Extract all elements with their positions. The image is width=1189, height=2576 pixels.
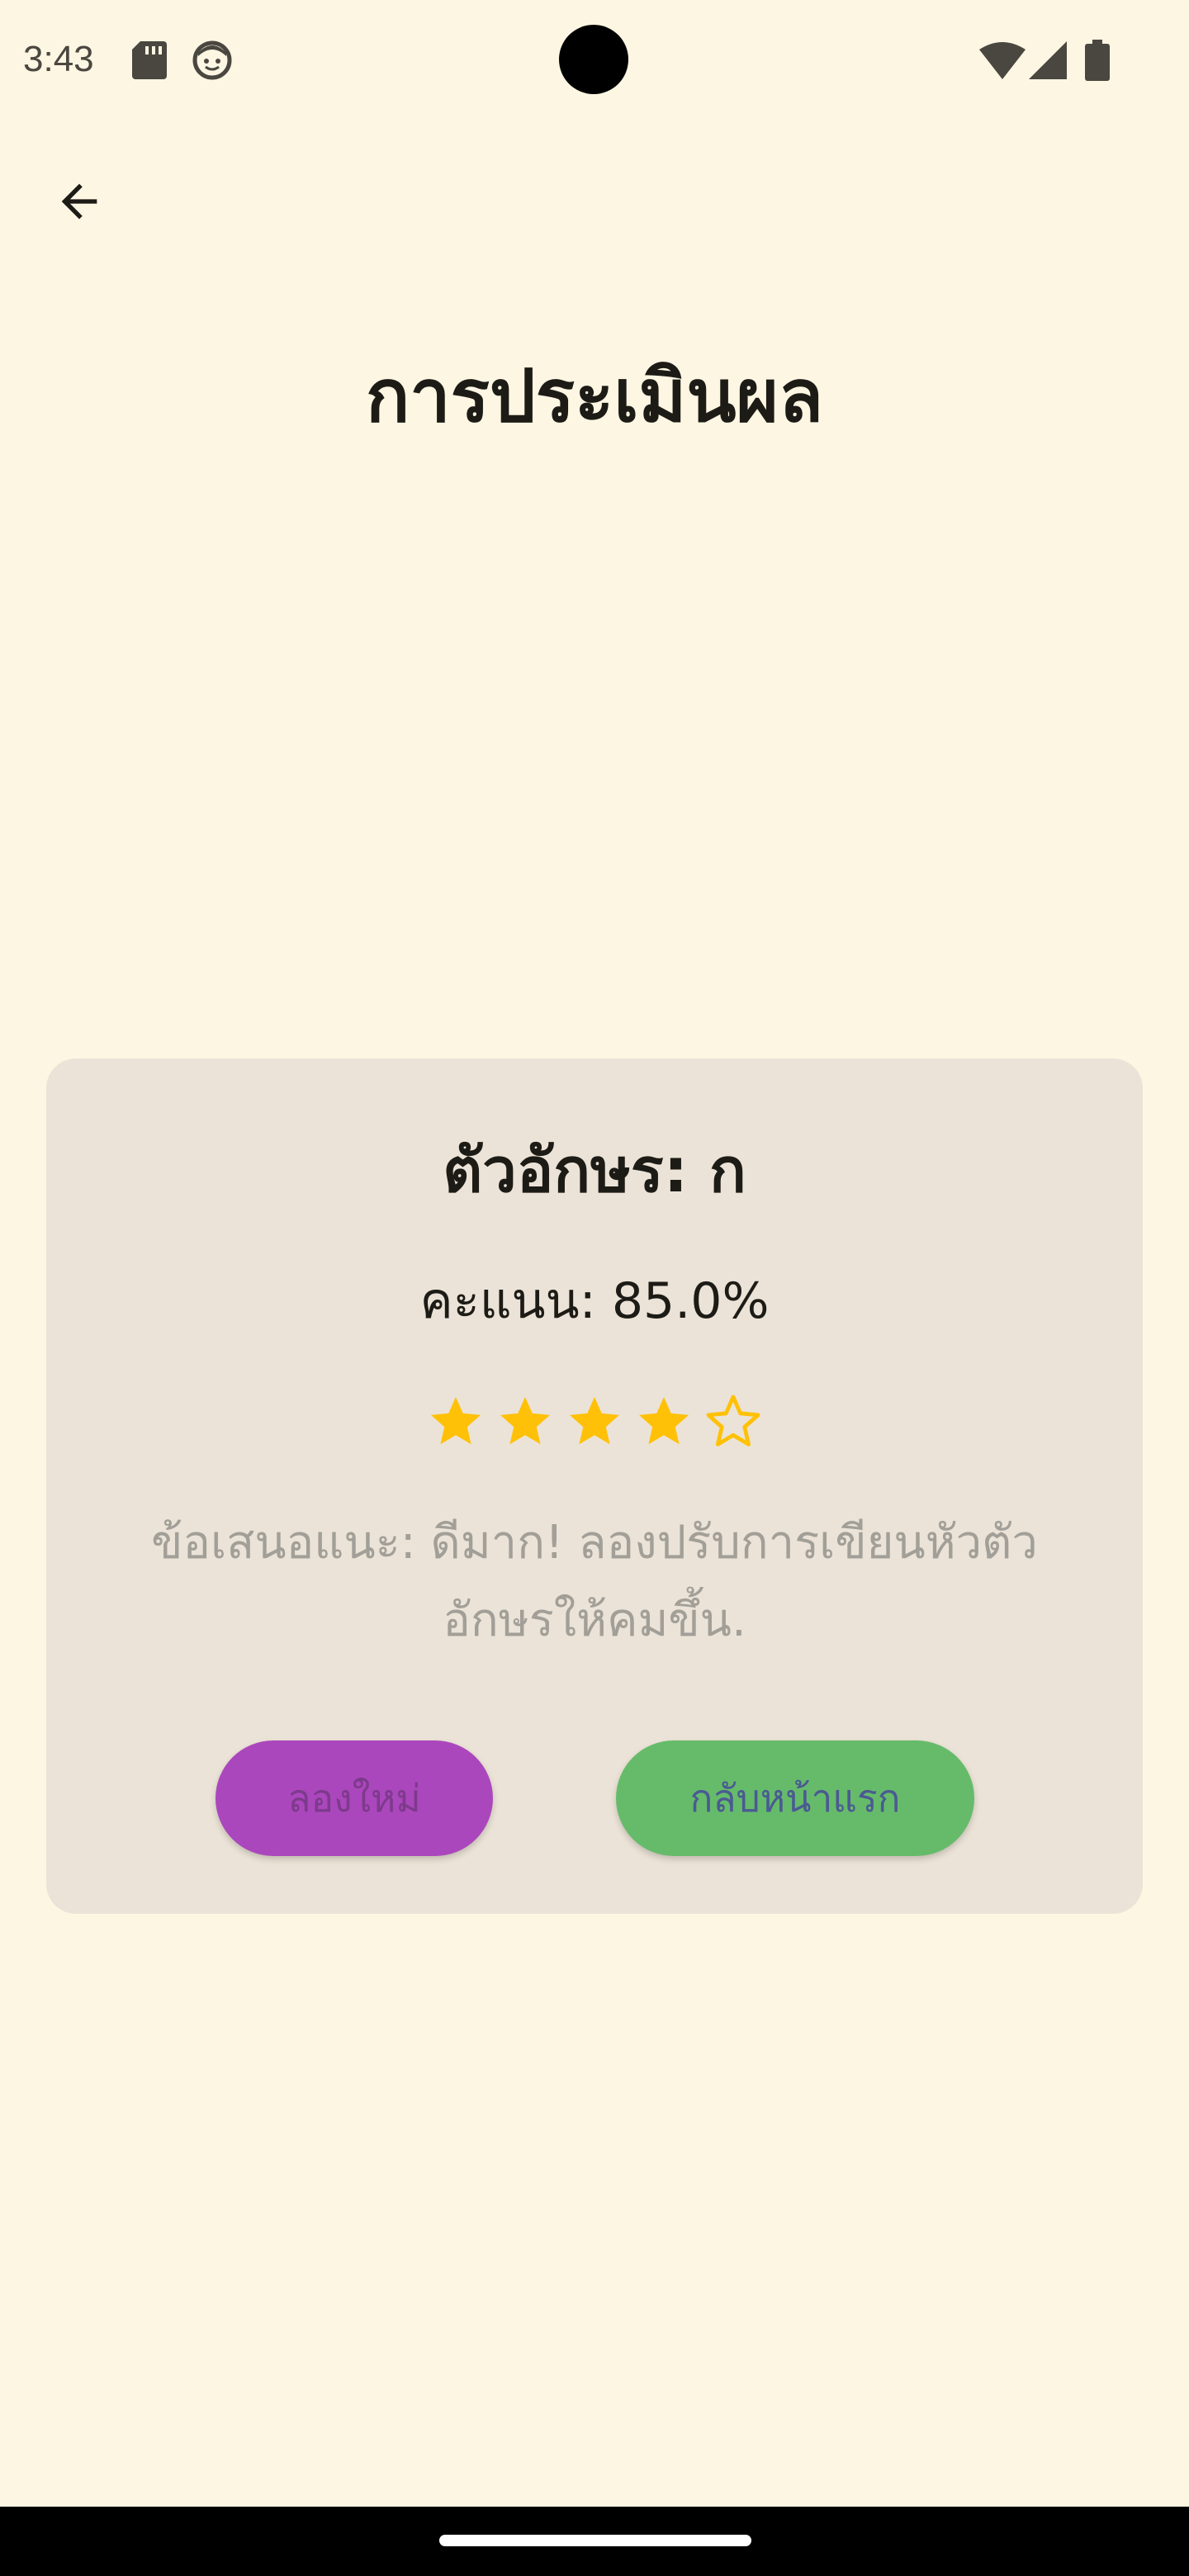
status-bar: 3:43 xyxy=(0,0,1189,119)
face-icon xyxy=(192,40,232,80)
navigation-bar xyxy=(0,2507,1189,2576)
signal-icon xyxy=(1029,41,1067,79)
home-indicator[interactable] xyxy=(439,2535,751,2546)
sd-card-icon xyxy=(132,41,167,79)
page-title: การประเมินผล xyxy=(365,353,824,438)
letter-heading: ตัวอักษร: ก xyxy=(443,1135,746,1206)
camera-cutout xyxy=(559,25,628,94)
battery-icon xyxy=(1085,40,1110,81)
home-button[interactable]: กลับหน้าแรก xyxy=(616,1740,974,1856)
star-rating xyxy=(46,1392,1143,1451)
result-card: ตัวอักษร: ก คะแนน: 85.0% ข้อเสนอแนะ: ดีม… xyxy=(46,1058,1143,1914)
star-outline-icon xyxy=(706,1395,760,1447)
back-button[interactable] xyxy=(40,162,119,241)
star-filled-icon xyxy=(570,1397,619,1445)
star-filled-icon xyxy=(639,1397,689,1445)
status-time: 3:43 xyxy=(23,39,94,79)
retry-button[interactable]: ลองใหม่ xyxy=(216,1740,493,1856)
score-text: คะแนน: 85.0% xyxy=(419,1272,770,1330)
feedback-text: ข้อเสนอแนะ: ดีมาก! ลองปรับการเขียนหัวตัว… xyxy=(151,1516,1038,1647)
arrow-back-icon xyxy=(61,183,97,220)
star-filled-icon xyxy=(431,1397,481,1445)
wifi-icon xyxy=(979,42,1026,79)
star-filled-icon xyxy=(500,1397,550,1445)
